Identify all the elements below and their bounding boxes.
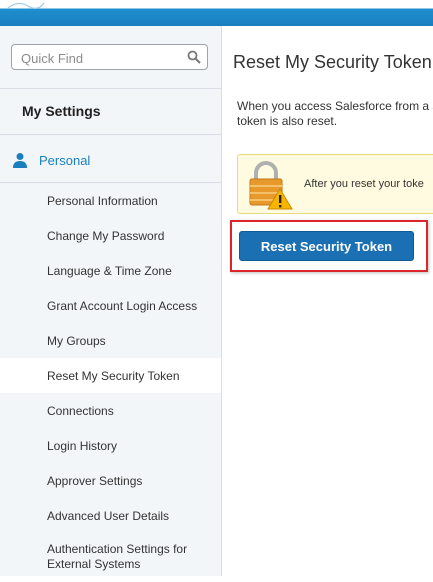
divider — [0, 134, 221, 135]
sidebar-item-approver-settings[interactable]: Approver Settings — [0, 463, 221, 498]
sidebar-item-authentication-settings[interactable]: Authentication Settings for External Sys… — [0, 533, 227, 582]
warning-text: After you reset your toke — [304, 178, 424, 190]
my-settings-heading: My Settings — [22, 103, 101, 119]
logo-swoosh-icon — [7, 2, 45, 9]
sidebar-item-language-time-zone[interactable]: Language & Time Zone — [0, 253, 221, 288]
sidebar-group-personal[interactable]: Personal — [12, 150, 90, 170]
sidebar-item-grant-account-login-access[interactable]: Grant Account Login Access — [0, 288, 221, 323]
divider — [0, 88, 221, 89]
sidebar: My Settings Personal Personal Informatio… — [0, 26, 222, 576]
top-header-bar — [0, 0, 433, 26]
reset-security-token-button[interactable]: Reset Security Token — [239, 231, 414, 261]
sidebar-item-reset-my-security-token[interactable]: Reset My Security Token — [0, 358, 221, 393]
page-title: Reset My Security Token — [233, 52, 432, 72]
intro-text: When you access Salesforce from a securi… — [237, 99, 433, 128]
warning-message-box: After you reset your toke — [237, 154, 433, 214]
quick-find-input[interactable] — [19, 49, 183, 67]
sidebar-item-change-my-password[interactable]: Change My Password — [0, 218, 221, 253]
search-icon[interactable] — [187, 50, 201, 64]
sidebar-item-advanced-user-details[interactable]: Advanced User Details — [0, 498, 221, 533]
person-icon — [13, 153, 27, 168]
sidebar-group-label: Personal — [39, 152, 91, 168]
sidebar-item-connections[interactable]: Connections — [0, 393, 221, 428]
sidebar-item-personal-information[interactable]: Personal Information — [0, 183, 221, 218]
lock-warning-icon — [249, 161, 293, 210]
quick-find-box[interactable] — [11, 44, 208, 70]
main-content: Reset My Security Token When you access … — [222, 26, 433, 576]
settings-nav-list: Personal Information Change My Password … — [0, 183, 221, 582]
sidebar-item-login-history[interactable]: Login History — [0, 428, 221, 463]
sidebar-item-my-groups[interactable]: My Groups — [0, 323, 221, 358]
